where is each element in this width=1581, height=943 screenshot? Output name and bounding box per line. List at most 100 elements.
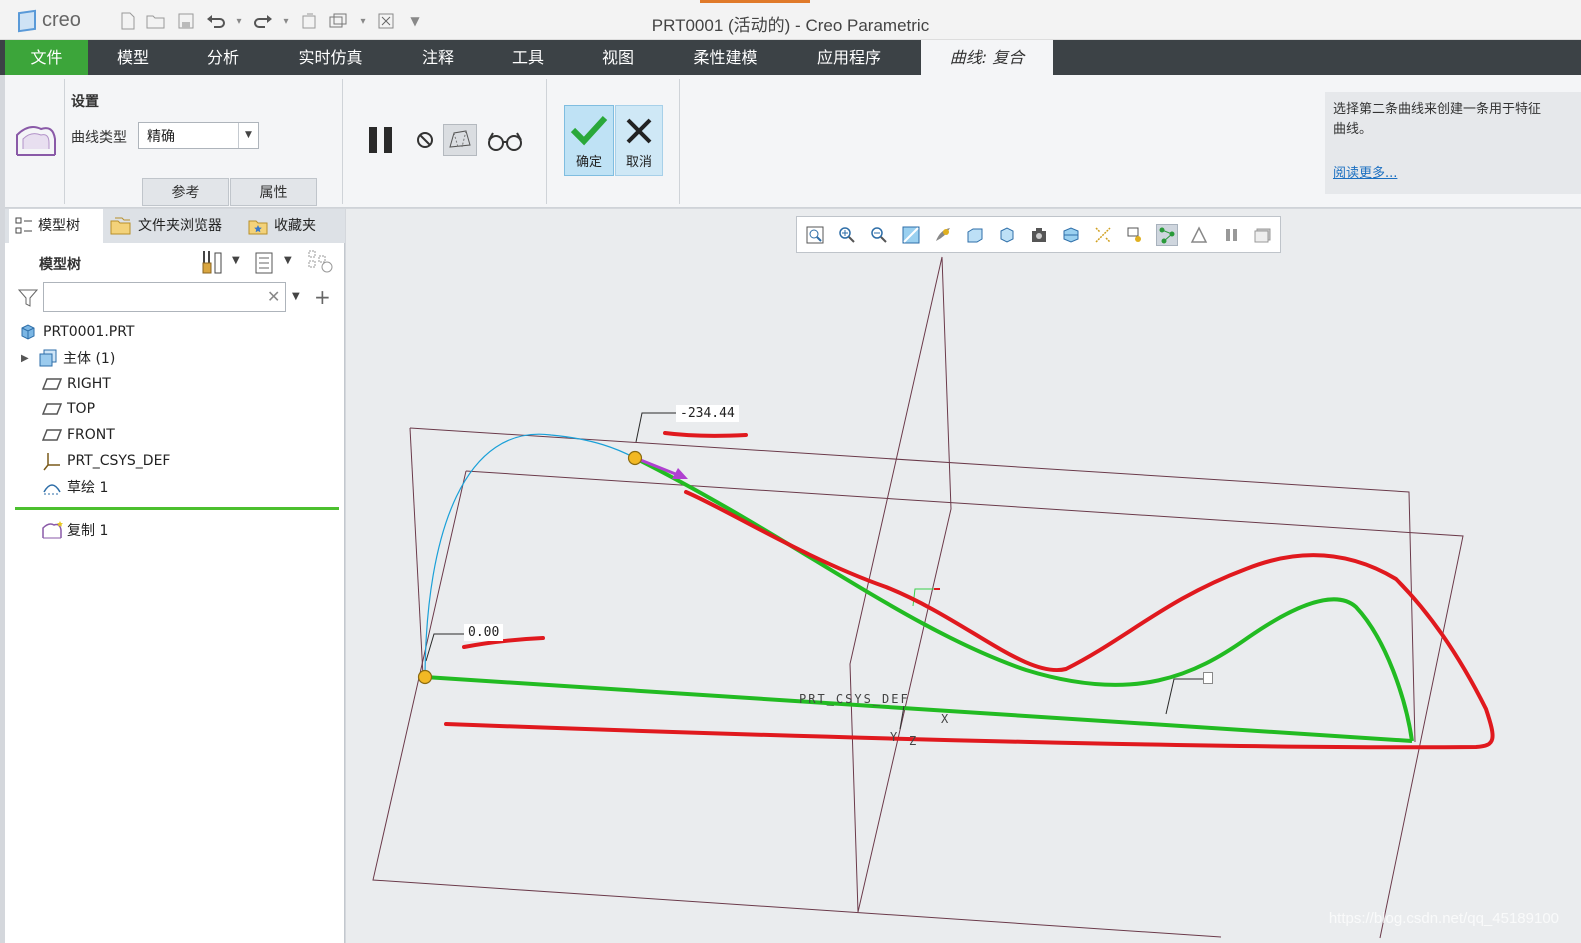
- search-dropdown-icon[interactable]: ▼: [292, 291, 300, 302]
- folder-browser-icon: [110, 217, 131, 235]
- tab-file[interactable]: 文件: [5, 40, 88, 75]
- verify-glasses-icon[interactable]: [487, 130, 523, 156]
- spin-center-icon[interactable]: [1156, 224, 1178, 246]
- tree-item-label: PRT_CSYS_DEF: [67, 453, 171, 469]
- tab-analysis[interactable]: 分析: [178, 40, 268, 75]
- model-tree-title: 模型树: [39, 257, 81, 273]
- filter-icon[interactable]: [17, 288, 39, 312]
- tree-item-right[interactable]: RIGHT: [41, 372, 111, 396]
- dim-leader-end: [425, 633, 464, 662]
- perspective-icon[interactable]: [1029, 225, 1049, 245]
- favorites-icon: [248, 220, 268, 235]
- divider: [64, 79, 65, 204]
- tab-flexible-modeling[interactable]: 柔性建模: [663, 40, 788, 75]
- zoom-out-icon[interactable]: [869, 225, 889, 245]
- settings-title: 设置: [71, 94, 99, 110]
- hint-text-line2: 曲线。: [1333, 122, 1373, 137]
- ribbon-body: 设置 曲线类型 精确 ▼ 参考 属性 确定 取消 选择第二条曲线来创建一条用于特…: [5, 75, 1581, 208]
- datum-plane-icon: [41, 375, 63, 393]
- tree-item-label: RIGHT: [67, 376, 111, 392]
- left-panel: 模型树 文件夹浏览器 收藏夹 模型树 ▼ ▼ ✕ ▼ + PRT0001.PRT…: [5, 209, 345, 943]
- axis-y-label: Y: [890, 730, 898, 744]
- datum-display-icon[interactable]: [1093, 225, 1113, 245]
- tab-folder-browser[interactable]: 文件夹浏览器: [103, 209, 228, 243]
- curve-type-value: 精确: [147, 129, 175, 145]
- curve-type-label: 曲线类型: [71, 130, 127, 146]
- preview-geometry-icon[interactable]: [443, 124, 477, 156]
- csys-icon: [41, 452, 63, 471]
- model-view: [372, 256, 1495, 939]
- add-filter-icon[interactable]: +: [314, 285, 331, 309]
- tab-model[interactable]: 模型: [88, 40, 178, 75]
- refit-icon[interactable]: [805, 225, 825, 245]
- display-style-icon[interactable]: [933, 225, 953, 245]
- model-tree-icon: [15, 217, 32, 234]
- subtab-properties[interactable]: 属性: [230, 178, 317, 206]
- annotation-underline-start: [663, 431, 748, 438]
- ok-label: 确定: [575, 155, 602, 170]
- tab-folder-browser-label: 文件夹浏览器: [138, 218, 222, 234]
- show-columns-icon[interactable]: [254, 251, 274, 279]
- tree-settings-dropdown-icon[interactable]: ▼: [232, 255, 240, 266]
- end-vertex[interactable]: [417, 669, 433, 685]
- close-icon: [626, 118, 652, 144]
- annotation-display-icon[interactable]: [1125, 225, 1145, 245]
- tab-curve-composite[interactable]: 曲线: 复合: [921, 40, 1053, 75]
- repaint-icon[interactable]: [901, 225, 921, 245]
- cancel-button[interactable]: 取消: [615, 105, 663, 176]
- tree-item-label: 复制 1: [67, 523, 109, 539]
- tree-item-sketch[interactable]: 草绘 1: [41, 475, 108, 499]
- simulation-display-icon[interactable]: [1189, 225, 1209, 245]
- appearance-icon[interactable]: [1253, 225, 1273, 245]
- tree-item-csys[interactable]: PRT_CSYS_DEF: [41, 449, 170, 473]
- chevron-down-icon: ▼: [238, 123, 258, 148]
- view-manager-icon[interactable]: [997, 225, 1017, 245]
- tree-settings-icon[interactable]: [201, 249, 223, 279]
- tab-annotate[interactable]: 注释: [393, 40, 483, 75]
- tree-search-input[interactable]: [43, 282, 286, 312]
- tab-view[interactable]: 视图: [573, 40, 663, 75]
- tree-filter-display-icon[interactable]: [307, 249, 335, 279]
- zoom-in-icon[interactable]: [837, 225, 857, 245]
- watermark: https://blog.csdn.net/qq_45189100: [1328, 910, 1559, 927]
- tree-item-front[interactable]: FRONT: [41, 423, 115, 447]
- tree-item-part[interactable]: PRT0001.PRT: [17, 320, 135, 344]
- clear-search-icon[interactable]: ✕: [267, 287, 280, 306]
- tab-live-simulation[interactable]: 实时仿真: [268, 40, 393, 75]
- tab-applications[interactable]: 应用程序: [788, 40, 910, 75]
- graphics-area[interactable]: -234.44 0.00 PRT_CSYS_DEF X Y Z https://…: [346, 209, 1581, 943]
- expand-arrow-icon[interactable]: ▶: [21, 353, 37, 364]
- read-more-link[interactable]: 阅读更多...: [1333, 164, 1397, 184]
- tree-item-label: PRT0001.PRT: [43, 324, 135, 340]
- hint-panel: 选择第二条曲线来创建一条用于特征 曲线。 阅读更多...: [1325, 92, 1581, 194]
- divider: [546, 79, 547, 204]
- tree-item-top[interactable]: TOP: [41, 397, 95, 421]
- tree-item-copy[interactable]: 复制 1: [41, 518, 108, 542]
- view-toolbar: [796, 216, 1281, 253]
- dimension-end-label[interactable]: 0.00: [464, 624, 504, 641]
- curve-type-select[interactable]: 精确 ▼: [138, 122, 259, 149]
- tab-model-tree[interactable]: 模型树: [9, 209, 103, 243]
- direction-flag-icon[interactable]: [1203, 672, 1213, 684]
- pause-icon[interactable]: [1221, 225, 1241, 245]
- insert-indicator[interactable]: [15, 507, 339, 510]
- panel-tabs: 模型树 文件夹浏览器 收藏夹: [5, 209, 345, 243]
- tree-item-body[interactable]: ▶ 主体 (1): [21, 346, 115, 370]
- body-icon: [37, 349, 59, 367]
- no-preview-icon[interactable]: [416, 131, 434, 153]
- ok-button[interactable]: 确定: [564, 105, 614, 176]
- ribbon-tab-bar: 文件 模型 分析 实时仿真 注释 工具 视图 柔性建模 应用程序 曲线: 复合: [0, 40, 1581, 75]
- start-vertex[interactable]: [627, 450, 643, 466]
- tree-item-label: FRONT: [67, 427, 115, 443]
- tab-tools[interactable]: 工具: [483, 40, 573, 75]
- pause-icon[interactable]: [366, 125, 396, 159]
- datum-plane-front-edge: [465, 470, 1464, 939]
- dim-leader-right: [1165, 678, 1206, 715]
- section-icon[interactable]: [1061, 225, 1081, 245]
- show-dropdown-icon[interactable]: ▼: [284, 255, 292, 266]
- subtab-references[interactable]: 参考: [142, 178, 229, 206]
- dimension-start-label[interactable]: -234.44: [676, 405, 739, 422]
- tab-favorites[interactable]: 收藏夹: [241, 209, 322, 243]
- annotation-outline: [444, 490, 1495, 750]
- saved-orientations-icon[interactable]: [965, 225, 985, 245]
